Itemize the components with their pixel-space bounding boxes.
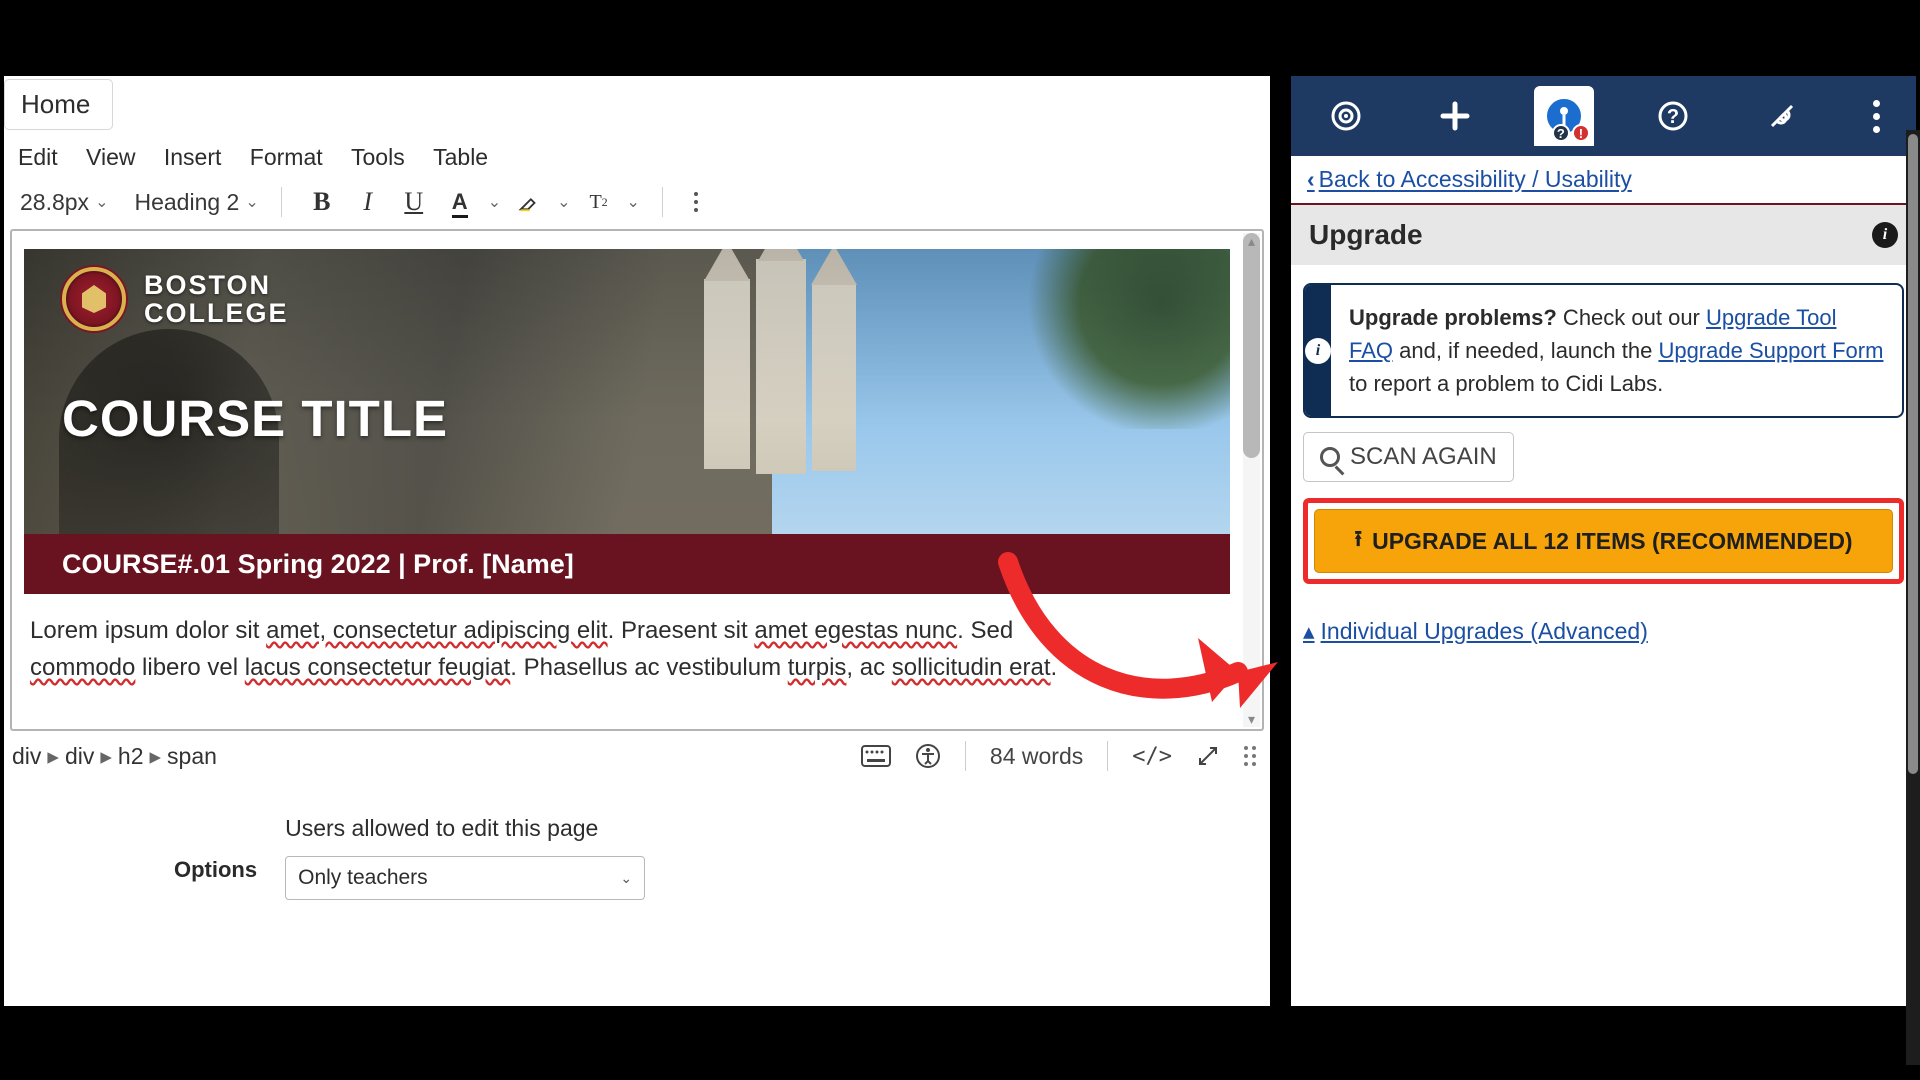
block-format-value: Heading 2 <box>134 189 239 216</box>
tab-target[interactable] <box>1316 86 1376 146</box>
course-title-heading: COURSE TITLE <box>62 389 448 448</box>
upgrade-all-button[interactable]: ⭱ UPGRADE ALL 12 ITEMS (RECOMMENDED) <box>1314 509 1893 573</box>
panel-header: Upgrade i <box>1291 203 1916 265</box>
chevron-down-icon: ⌄ <box>245 192 258 212</box>
course-subtitle-band: COURSE#.01 Spring 2022 | Prof. [Name] <box>24 534 1230 594</box>
scroll-down-icon[interactable]: ▾ <box>1244 712 1259 726</box>
upgrade-info-callout: i Upgrade problems? Check out our Upgrad… <box>1303 283 1904 418</box>
menu-view[interactable]: View <box>86 144 135 171</box>
editor-statusbar: div▸div▸h2▸span 84 words </> <box>4 731 1270 775</box>
individual-upgrades-label: Individual Upgrades (Advanced) <box>1321 618 1648 645</box>
alert-badge-icon: ! <box>1572 124 1590 142</box>
underline-button[interactable]: U <box>396 185 432 219</box>
menu-tools[interactable]: Tools <box>351 144 405 171</box>
question-badge-icon: ? <box>1552 124 1570 142</box>
institution-name: BOSTON COLLEGE <box>144 271 289 328</box>
toolbar-separator <box>281 187 282 217</box>
accessibility-checker-icon[interactable] <box>915 743 941 769</box>
font-size-dropdown[interactable]: 28.8px ⌄ <box>20 189 108 216</box>
page-title-input[interactable]: Home <box>4 79 113 130</box>
info-icon[interactable]: i <box>1872 222 1898 248</box>
app-stage: Home Edit View Insert Format Tools Table… <box>0 72 1920 1008</box>
scroll-up-icon[interactable]: ▴ <box>1244 234 1259 248</box>
panel-title: Upgrade <box>1309 219 1423 251</box>
menu-edit[interactable]: Edit <box>18 144 58 171</box>
options-label: Options <box>174 815 257 883</box>
editor-pane: Home Edit View Insert Format Tools Table… <box>4 76 1270 1006</box>
block-format-dropdown[interactable]: Heading 2 ⌄ <box>134 189 258 216</box>
edit-permission-select[interactable]: Only teachers ⌄ <box>285 856 645 900</box>
editor-toolbar: 28.8px ⌄ Heading 2 ⌄ B I U A ⌄ ⌄ T2 ⌄ <box>4 179 1270 229</box>
editor-scrollbar-thumb[interactable] <box>1243 233 1260 458</box>
tab-accessibility[interactable]: ? ! <box>1534 86 1594 146</box>
chevron-left-icon: ‹ <box>1307 166 1315 193</box>
tab-tools[interactable] <box>1752 86 1812 146</box>
individual-upgrades-toggle[interactable]: ▴ Individual Upgrades (Advanced) <box>1303 618 1904 645</box>
menu-format[interactable]: Format <box>250 144 323 171</box>
window-scrollbar[interactable] <box>1906 130 1920 1065</box>
toolbar-separator <box>662 187 663 217</box>
upload-icon: ⭱ <box>1354 522 1362 560</box>
info-icon: i <box>1305 285 1331 416</box>
word-count: 84 words <box>990 743 1083 770</box>
scan-again-button[interactable]: SCAN AGAIN <box>1303 432 1514 482</box>
seal-icon <box>62 267 126 331</box>
italic-button[interactable]: I <box>350 185 386 219</box>
editor-content[interactable]: BOSTON COLLEGE COURSE TITLE COURSE#.01 S… <box>12 231 1242 729</box>
caret-up-icon: ▴ <box>1303 618 1315 645</box>
text-color-button[interactable]: A <box>442 185 478 219</box>
support-form-link[interactable]: Upgrade Support Form <box>1658 338 1883 363</box>
fullscreen-icon[interactable] <box>1196 744 1220 768</box>
chevron-down-icon[interactable]: ⌄ <box>488 192 501 212</box>
tab-more[interactable] <box>1861 86 1891 146</box>
resize-handle-icon[interactable] <box>1244 746 1256 766</box>
chevron-down-icon: ⌄ <box>95 192 108 212</box>
menu-table[interactable]: Table <box>433 144 488 171</box>
tab-help[interactable]: ? <box>1643 86 1703 146</box>
rich-text-editor[interactable]: ▴ ▾ BOSTON COLLEGE <box>10 229 1264 731</box>
keyboard-icon[interactable] <box>861 745 891 767</box>
edit-permission-label: Users allowed to edit this page <box>285 815 645 842</box>
search-icon <box>1320 447 1340 467</box>
callout-text: Upgrade problems? Check out our Upgrade … <box>1331 285 1902 416</box>
sidebar-tabbar: ? ! ? <box>1291 76 1916 156</box>
upgrade-all-highlight: ⭱ UPGRADE ALL 12 ITEMS (RECOMMENDED) <box>1303 498 1904 584</box>
html-view-button[interactable]: </> <box>1132 744 1172 769</box>
design-tools-sidebar: ? ! ? ‹ Back to Accessibility / Usabilit… <box>1291 76 1916 1006</box>
select-value: Only teachers <box>298 866 428 890</box>
bold-button[interactable]: B <box>304 185 340 219</box>
upgrade-all-label: UPGRADE ALL 12 ITEMS (RECOMMENDED) <box>1372 528 1852 555</box>
element-breadcrumb[interactable]: div▸div▸h2▸span <box>12 743 217 770</box>
chevron-down-icon: ⌄ <box>620 870 632 887</box>
more-toolbar-button[interactable] <box>685 188 707 216</box>
menu-insert[interactable]: Insert <box>164 144 222 171</box>
svg-text:?: ? <box>1667 106 1679 128</box>
highlight-button[interactable] <box>511 185 547 219</box>
page-options: Options Users allowed to edit this page … <box>4 775 1270 900</box>
editor-menubar: Edit View Insert Format Tools Table <box>4 140 1270 179</box>
chevron-down-icon[interactable]: ⌄ <box>627 192 640 212</box>
tab-add[interactable] <box>1425 86 1485 146</box>
window-scrollbar-thumb[interactable] <box>1908 134 1918 774</box>
course-banner: BOSTON COLLEGE COURSE TITLE COURSE#.01 S… <box>24 249 1230 594</box>
institution-logo: BOSTON COLLEGE <box>62 267 289 331</box>
scan-again-label: SCAN AGAIN <box>1350 443 1497 471</box>
back-link[interactable]: ‹ Back to Accessibility / Usability <box>1303 162 1904 203</box>
font-size-value: 28.8px <box>20 189 89 216</box>
body-paragraph: Lorem ipsum dolor sit amet, consectetur … <box>24 594 1230 686</box>
chevron-down-icon[interactable]: ⌄ <box>557 192 570 212</box>
back-link-text: Back to Accessibility / Usability <box>1319 166 1632 193</box>
superscript-button[interactable]: T2 <box>581 185 617 219</box>
